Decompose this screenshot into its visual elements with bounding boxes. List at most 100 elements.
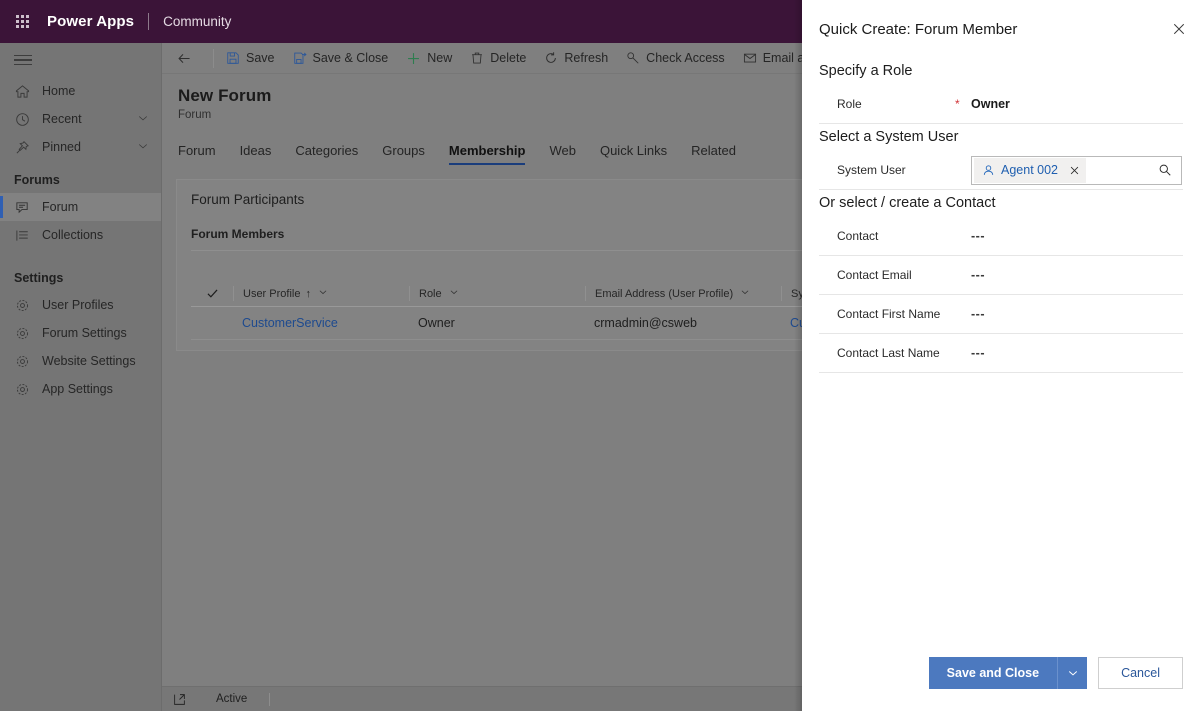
cell-role: Owner <box>418 316 455 330</box>
system-user-lookup-input[interactable]: Agent 002 <box>971 155 1182 185</box>
sidebar-item-label: App Settings <box>42 382 113 396</box>
field-value[interactable]: --- <box>971 268 985 282</box>
command-label: Refresh <box>564 51 609 65</box>
field-value[interactable]: --- <box>971 346 985 360</box>
tab-related[interactable]: Related <box>691 143 736 165</box>
sidebar-item-app-settings[interactable]: App Settings <box>0 375 161 403</box>
close-icon[interactable] <box>1069 165 1080 176</box>
pin-icon <box>14 139 31 156</box>
save-and-close-button[interactable]: Save and Close <box>928 657 1058 689</box>
back-button[interactable] <box>168 43 207 74</box>
sort-ascending-icon: ↑ <box>305 287 311 300</box>
search-icon[interactable] <box>1158 163 1172 177</box>
field-value[interactable]: Owner <box>971 97 1010 111</box>
app-root: Power Apps Community Home Recent Pinned … <box>0 0 1200 711</box>
tab-ideas[interactable]: Ideas <box>240 143 272 165</box>
command-label: Check Access <box>646 51 725 65</box>
hamburger-icon[interactable] <box>0 43 161 77</box>
column-header-email-address[interactable]: Email Address (User Profile) <box>585 286 781 301</box>
required-indicator: * <box>955 97 960 111</box>
sidebar-item-collections[interactable]: Collections <box>0 221 161 249</box>
forum-icon <box>14 199 31 216</box>
field-label: System User <box>837 163 906 177</box>
save-and-close-button[interactable]: Save & Close <box>284 43 398 74</box>
tab-membership[interactable]: Membership <box>448 143 525 165</box>
chevron-down-icon[interactable] <box>1057 657 1088 689</box>
delete-button[interactable]: Delete <box>461 43 535 74</box>
pop-out-icon[interactable] <box>173 693 186 706</box>
command-divider <box>213 48 214 68</box>
sidebar-item-label: Collections <box>42 228 104 242</box>
field-value[interactable]: --- <box>971 307 985 321</box>
sidebar: Home Recent Pinned Forums Forum Collecti… <box>0 43 162 711</box>
select-all-checkmark-icon[interactable] <box>191 287 233 300</box>
sidebar-item-pinned[interactable]: Pinned <box>0 133 161 161</box>
check-access-button[interactable]: Check Access <box>617 43 734 74</box>
cell-email: crmadmin@csweb <box>594 316 697 330</box>
field-contact-first-name[interactable]: Contact First Name --- <box>819 295 1183 334</box>
header-divider <box>148 13 150 30</box>
field-label: Contact Last Name <box>837 346 940 360</box>
gear-icon <box>14 353 31 370</box>
sidebar-group-settings: Settings <box>14 271 64 285</box>
cell-user-profile[interactable]: CustomerService <box>233 316 409 330</box>
chevron-down-icon[interactable] <box>740 287 750 300</box>
home-icon <box>14 83 31 100</box>
new-button[interactable]: New <box>397 43 461 74</box>
tab-categories[interactable]: Categories <box>295 143 358 165</box>
panel-title: Quick Create: Forum Member <box>819 20 1018 38</box>
trash-icon <box>470 51 484 65</box>
save-button[interactable]: Save <box>217 43 284 74</box>
panel-header: Quick Create: Forum Member <box>802 0 1200 58</box>
refresh-button[interactable]: Refresh <box>535 43 617 74</box>
app-name-label[interactable]: Community <box>163 14 231 29</box>
sidebar-item-user-profiles[interactable]: User Profiles <box>0 291 161 319</box>
column-header-user-profile[interactable]: User Profile ↑ <box>233 286 409 301</box>
chevron-down-icon[interactable] <box>137 112 149 127</box>
save-and-close-split-button: Save and Close <box>928 657 1088 689</box>
lookup-chip[interactable]: Agent 002 <box>974 157 1086 183</box>
sidebar-item-label: Forum <box>42 200 79 214</box>
field-label: Role <box>837 97 862 111</box>
gear-icon <box>14 325 31 342</box>
tab-web[interactable]: Web <box>549 143 576 165</box>
field-label: Contact Email <box>837 268 912 282</box>
plus-icon <box>406 51 421 66</box>
tab-forum[interactable]: Forum <box>178 143 216 165</box>
sidebar-item-website-settings[interactable]: Website Settings <box>0 347 161 375</box>
sidebar-group-forums: Forums <box>14 173 60 187</box>
brand-label[interactable]: Power Apps <box>47 13 134 30</box>
field-system-user[interactable]: System User Agent 002 <box>819 151 1183 190</box>
column-label: Email Address (User Profile) <box>595 287 734 300</box>
column-header-role[interactable]: Role <box>409 286 585 301</box>
chevron-down-icon[interactable] <box>318 287 328 300</box>
field-contact-last-name[interactable]: Contact Last Name --- <box>819 334 1183 373</box>
tab-groups[interactable]: Groups <box>382 143 425 165</box>
waffle-icon[interactable] <box>0 0 44 43</box>
status-badge: Active <box>216 693 248 705</box>
field-role[interactable]: Role * Owner <box>819 85 1183 124</box>
section-heading-role: Specify a Role <box>819 63 913 79</box>
sidebar-item-label: Forum Settings <box>42 326 127 340</box>
sidebar-item-label: Website Settings <box>42 354 136 368</box>
field-contact[interactable]: Contact --- <box>819 217 1183 256</box>
sidebar-item-forum[interactable]: Forum <box>0 193 161 221</box>
chip-label: Agent 002 <box>1001 163 1058 177</box>
quick-create-panel: Quick Create: Forum Member Specify a Rol… <box>802 0 1200 711</box>
panel-shadow <box>794 0 802 711</box>
sidebar-item-forum-settings[interactable]: Forum Settings <box>0 319 161 347</box>
list-icon <box>14 227 31 244</box>
panel-body: Specify a Role Role * Owner Select a Sys… <box>802 58 1200 657</box>
field-value[interactable]: --- <box>971 229 985 243</box>
field-contact-email[interactable]: Contact Email --- <box>819 256 1183 295</box>
cancel-button[interactable]: Cancel <box>1098 657 1183 689</box>
sidebar-item-recent[interactable]: Recent <box>0 105 161 133</box>
chevron-down-icon[interactable] <box>137 140 149 155</box>
column-label: User Profile <box>243 287 301 300</box>
close-icon[interactable] <box>1158 8 1200 50</box>
back-arrow-icon <box>177 51 192 66</box>
section-heading-system-user: Select a System User <box>819 129 959 145</box>
tab-quick-links[interactable]: Quick Links <box>600 143 667 165</box>
chevron-down-icon[interactable] <box>449 287 459 300</box>
sidebar-item-home[interactable]: Home <box>0 77 161 105</box>
